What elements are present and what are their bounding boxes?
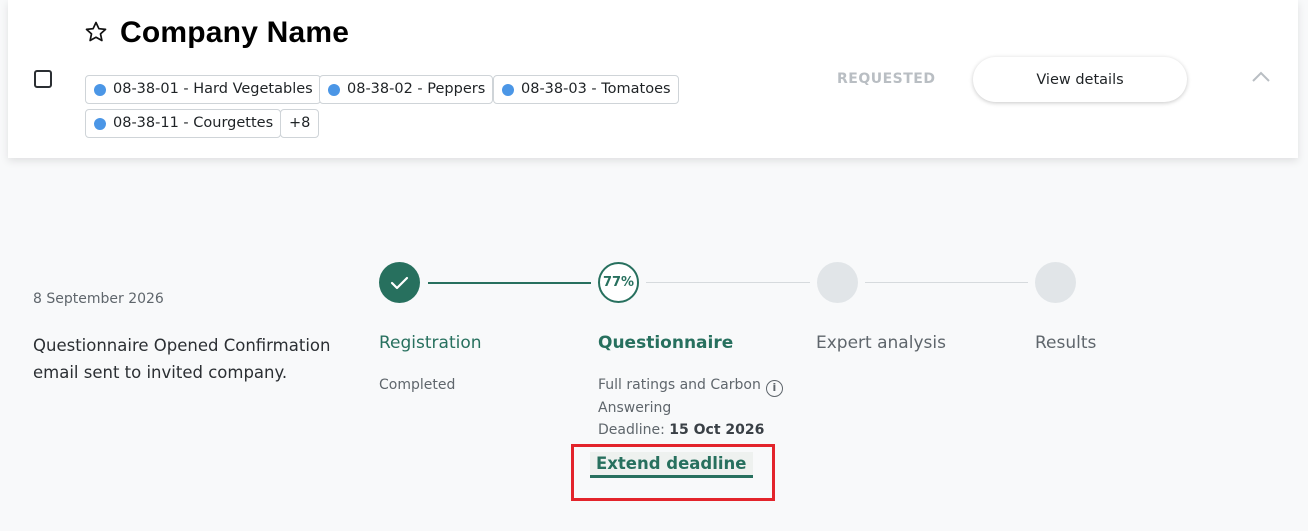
select-checkbox[interactable] [34,70,52,88]
step-expert-analysis-node [817,262,858,303]
questionnaire-type-label: Full ratings and Carbon [598,377,761,393]
check-icon [390,276,409,290]
star-icon[interactable] [84,20,108,44]
tag-label: 08-38-02 - Peppers [347,81,486,97]
more-tags-badge[interactable]: +8 [280,109,320,138]
tag-label: 08-38-01 - Hard Vegetables [113,81,313,97]
questionnaire-deadline: Deadline: 15 Oct 2026 [598,422,764,438]
tag-dot-icon [328,84,340,96]
step-questionnaire-progress: 77% [598,262,639,303]
questionnaire-status: Answering [598,400,672,416]
category-tag: 08-38-11 - Courgettes [85,109,282,138]
questionnaire-type: Full ratings and Carbon i [598,377,783,397]
step-connector [428,282,591,284]
step-registration-node [379,262,420,303]
timeline-event: Questionnaire Opened Confirmation email … [33,336,331,382]
timeline-date: 8 September 2026 [33,291,164,307]
info-icon[interactable]: i [765,380,783,397]
view-details-button[interactable]: View details [973,57,1187,102]
category-tag: 08-38-03 - Tomatoes [493,75,679,104]
step-registration-label: Registration [379,333,482,353]
step-expert-analysis-label: Expert analysis [816,333,946,353]
status-badge: REQUESTED [837,71,936,87]
category-tag: 08-38-02 - Peppers [319,75,494,104]
company-name: Company Name [120,16,350,49]
chevron-up-icon[interactable] [1250,70,1272,84]
deadline-value: 15 Oct 2026 [669,422,765,438]
step-results-label: Results [1035,333,1097,353]
tag-dot-icon [94,118,106,130]
tag-dot-icon [502,84,514,96]
tag-label: 08-38-03 - Tomatoes [521,81,671,97]
tag-label: 08-38-11 - Courgettes [113,115,274,131]
step-registration-status: Completed [379,377,456,393]
extend-deadline-link[interactable]: Extend deadline [590,452,753,478]
step-connector [865,282,1028,283]
tag-dot-icon [94,84,106,96]
step-connector [646,282,810,283]
step-questionnaire-label: Questionnaire [598,333,734,353]
deadline-label: Deadline: [598,422,665,438]
category-tag: 08-38-01 - Hard Vegetables [85,75,321,104]
step-results-node [1035,262,1076,303]
